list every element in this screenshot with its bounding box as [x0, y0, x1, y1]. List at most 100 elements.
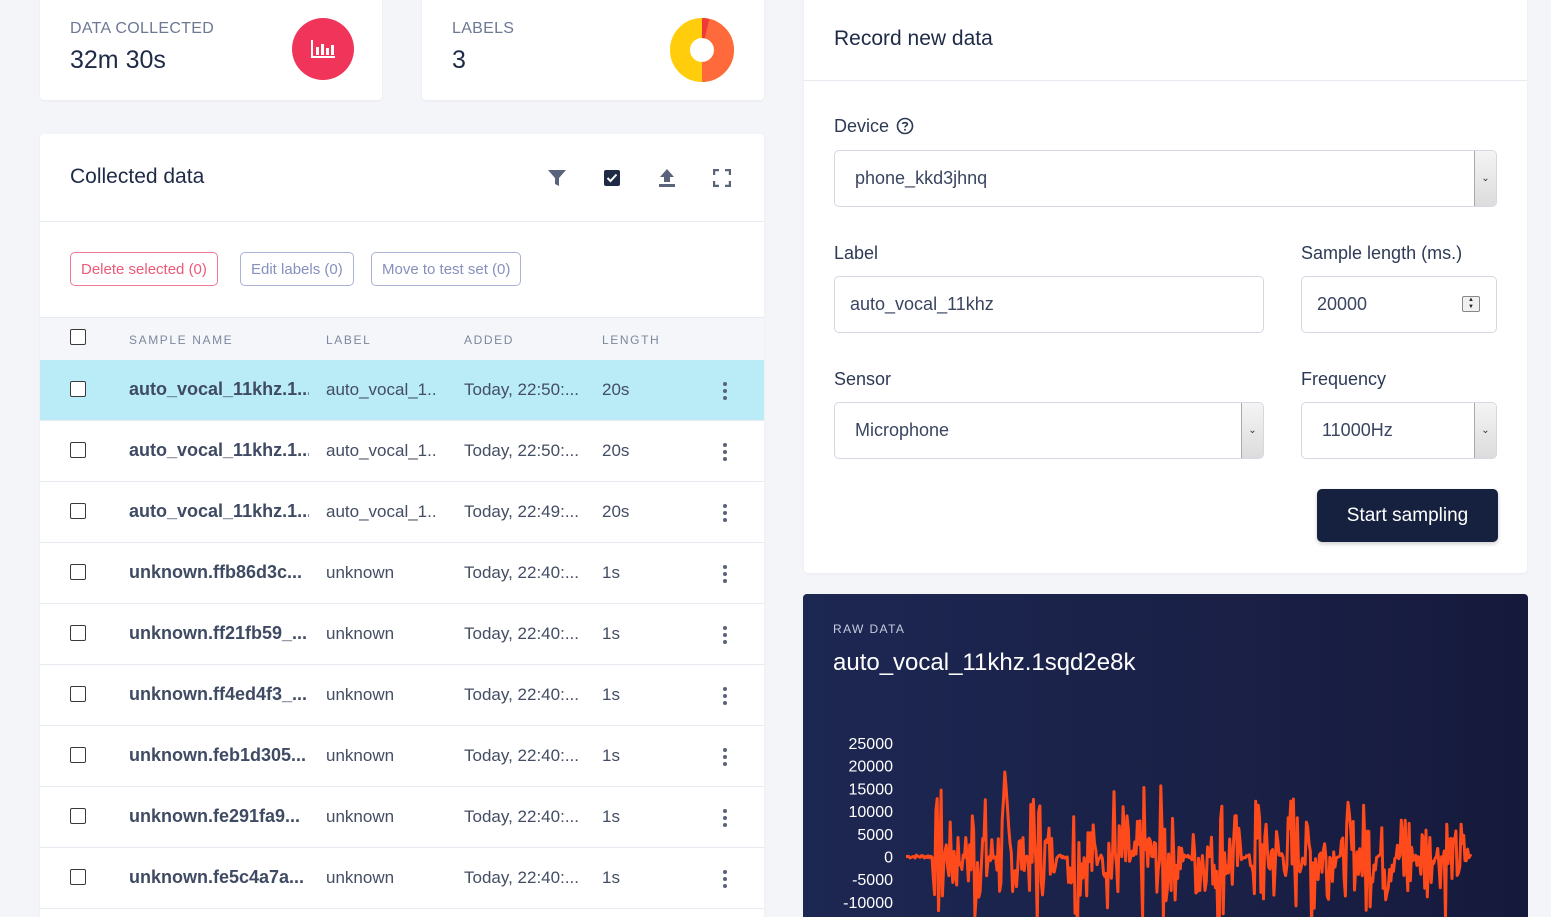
sensor-label: Sensor — [834, 369, 892, 389]
sample-name[interactable]: unknown.fe291fa9... — [129, 806, 309, 827]
row-checkbox[interactable] — [70, 808, 86, 824]
table-row[interactable]: unknown.fe291fa9... unknown Today, 22:40:.… — [40, 787, 764, 848]
table-row[interactable]: auto_vocal_11khz.1... auto_vocal_1... Toda… — [40, 421, 764, 482]
y-tick-label: 15000 — [849, 781, 894, 798]
more-options-icon[interactable] — [722, 565, 728, 583]
fullscreen-icon[interactable] — [711, 167, 733, 189]
row-checkbox[interactable] — [70, 381, 86, 397]
label-field-label: Label — [834, 243, 879, 263]
table-row[interactable]: unknown.ffb86d3c... unknown Today, 22:40:.… — [40, 543, 764, 604]
sample-length: 1s — [602, 563, 620, 582]
frequency-value: 11000Hz — [1322, 420, 1393, 440]
collected-data-title: Collected data — [70, 165, 205, 188]
sample-name[interactable]: unknown.ff21fb59_... — [129, 623, 309, 644]
table-row[interactable]: unknown.ff4ed4f3_... unknown Today, 22:40:… — [40, 665, 764, 726]
sample-length: 20s — [602, 380, 630, 399]
y-tick-label: -5000 — [852, 872, 893, 889]
sample-length: 20s — [602, 441, 630, 460]
select-checkbox-icon[interactable] — [601, 167, 623, 189]
row-checkbox[interactable] — [70, 625, 86, 641]
y-tick-label: 10000 — [849, 804, 894, 821]
device-label-text: Device — [834, 116, 890, 136]
column-sample-name[interactable]: SAMPLE NAME — [129, 333, 233, 347]
upload-icon[interactable] — [656, 167, 678, 189]
chevron-down-icon[interactable]: ⌄ — [1474, 151, 1496, 206]
sample-added: Today, 22:40:... — [464, 868, 579, 887]
more-options-icon[interactable] — [722, 748, 728, 766]
filter-icon[interactable] — [546, 167, 568, 189]
more-options-icon[interactable] — [722, 870, 728, 888]
sample-length: 1s — [602, 868, 620, 887]
sample-label: auto_vocal_1... — [326, 502, 438, 521]
sample-added: Today, 22:50:... — [464, 441, 579, 460]
table-row[interactable]: auto_vocal_11khz.1... auto_vocal_1... Toda… — [40, 482, 764, 543]
raw-data-chart: 25000 20000 15000 10000 5000 0 -5000 -10000 — [843, 736, 1473, 917]
y-tick-label: 5000 — [857, 827, 893, 844]
row-checkbox[interactable] — [70, 503, 86, 519]
raw-data-card: RAW DATA auto_vocal_11khz.1sqd2e8k 25000… — [803, 594, 1528, 917]
table-row[interactable]: unknown.ff21fb59_... unknown Today, 22:40:… — [40, 604, 764, 665]
table-row[interactable]: unknown.fe5c4a7a... unknown Today, 22:40:.… — [40, 848, 764, 909]
frequency-select[interactable]: 11000Hz ⌄ — [1301, 402, 1497, 459]
sample-name[interactable]: unknown.fe5c4a7a... — [129, 867, 309, 888]
sample-name[interactable]: auto_vocal_11khz.1... — [129, 440, 309, 461]
y-tick-label: -10000 — [843, 895, 893, 912]
chevron-down-icon[interactable]: ⌄ — [1241, 403, 1263, 458]
more-options-icon[interactable] — [722, 687, 728, 705]
more-options-icon[interactable] — [722, 809, 728, 827]
help-icon[interactable] — [896, 117, 914, 135]
sample-name[interactable]: auto_vocal_11khz.1... — [129, 379, 309, 400]
more-options-icon[interactable] — [722, 382, 728, 400]
labels-label: LABELS — [452, 20, 515, 37]
labels-card: LABELS 3 — [422, 0, 764, 100]
sample-name[interactable]: unknown.ffb86d3c... — [129, 562, 309, 583]
edit-labels-button[interactable]: Edit labels (0) — [240, 252, 354, 286]
sample-length-value: 20000 — [1317, 294, 1368, 314]
device-select[interactable]: phone_kkd3jhnq ⌄ — [834, 150, 1497, 207]
more-options-icon[interactable] — [722, 626, 728, 644]
column-length[interactable]: LENGTH — [602, 333, 660, 347]
labels-value: 3 — [452, 46, 466, 74]
sample-length: 1s — [602, 746, 620, 765]
more-options-icon[interactable] — [722, 504, 728, 522]
sample-label: auto_vocal_1... — [326, 380, 438, 399]
select-all-checkbox[interactable] — [70, 329, 86, 345]
more-options-icon[interactable] — [722, 443, 728, 461]
chevron-down-icon[interactable]: ⌄ — [1474, 403, 1496, 458]
sample-added: Today, 22:40:... — [464, 807, 579, 826]
sample-added: Today, 22:40:... — [464, 624, 579, 643]
y-tick-label: 0 — [884, 850, 893, 867]
delete-selected-button[interactable]: Delete selected (0) — [70, 252, 218, 286]
row-checkbox[interactable] — [70, 869, 86, 885]
sample-name[interactable]: unknown.feb1d305... — [129, 745, 309, 766]
row-checkbox[interactable] — [70, 747, 86, 763]
sensor-select[interactable]: Microphone ⌄ — [834, 402, 1264, 459]
data-collected-label: DATA COLLECTED — [70, 20, 215, 37]
row-checkbox[interactable] — [70, 686, 86, 702]
table-row[interactable]: auto_vocal_11khz.1... auto_vocal_1... Toda… — [40, 360, 764, 421]
sample-name[interactable]: auto_vocal_11khz.1... — [129, 501, 309, 522]
sample-label: unknown — [326, 868, 395, 887]
sensor-value: Microphone — [855, 420, 950, 440]
start-sampling-button[interactable]: Start sampling — [1317, 489, 1498, 542]
table-row[interactable]: unknown.feb1d305... unknown Today, 22:40:.… — [40, 726, 764, 787]
sample-added: Today, 22:40:... — [464, 685, 579, 704]
move-to-test-set-button[interactable]: Move to test set (0) — [371, 252, 522, 286]
stepper-icon[interactable]: ▲ ▼ — [1462, 296, 1480, 312]
sample-label: unknown — [326, 807, 395, 826]
column-added[interactable]: ADDED — [464, 333, 514, 347]
sample-label: unknown — [326, 563, 395, 582]
device-value: phone_kkd3jhnq — [855, 168, 988, 188]
sample-length: 20s — [602, 502, 630, 521]
row-checkbox[interactable] — [70, 564, 86, 580]
sample-added: Today, 22:40:... — [464, 746, 579, 765]
sample-label: auto_vocal_1... — [326, 441, 438, 460]
sample-name[interactable]: unknown.ff4ed4f3_... — [129, 684, 309, 705]
column-label[interactable]: LABEL — [326, 333, 371, 347]
sample-added: Today, 22:49:... — [464, 502, 579, 521]
donut-chart-icon — [670, 18, 734, 82]
sample-length-input[interactable]: 20000 ▲ ▼ — [1301, 276, 1497, 333]
row-checkbox[interactable] — [70, 442, 86, 458]
sample-label: unknown — [326, 685, 395, 704]
label-input[interactable]: auto_vocal_11khz — [834, 276, 1264, 333]
